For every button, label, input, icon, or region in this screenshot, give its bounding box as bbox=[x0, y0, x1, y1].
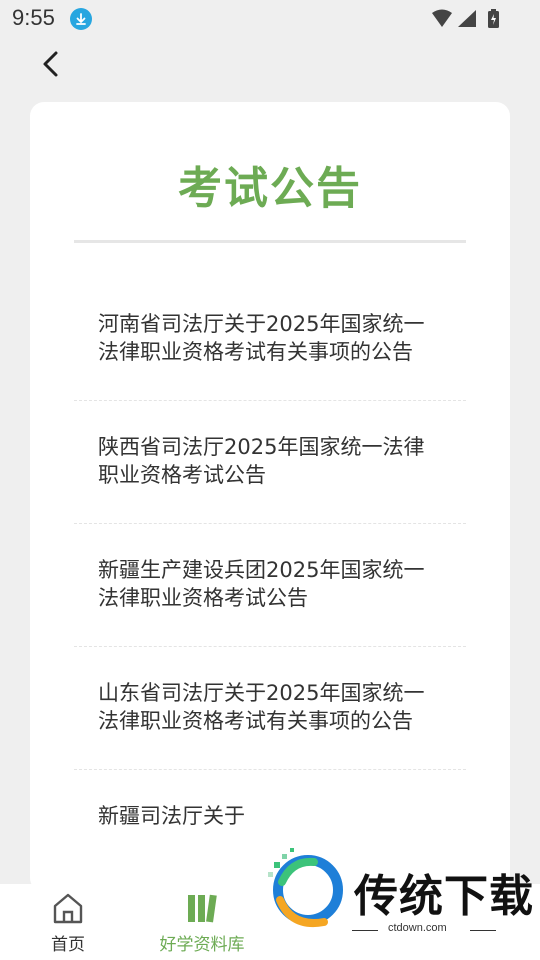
library-icon bbox=[188, 894, 217, 923]
system-status-icons bbox=[432, 9, 499, 28]
announcement-list: 河南省司法厅关于2025年国家统一法律职业资格考试有关事项的公告 陕西省司法厅2… bbox=[74, 300, 466, 850]
tab-library-label: 好学资料库 bbox=[159, 935, 245, 955]
chevron-left-icon bbox=[43, 51, 58, 77]
tab-home[interactable]: 首页 bbox=[38, 892, 98, 955]
announcement-title: 河南省司法厅关于2025年国家统一法律职业资格考试有关事项的公告 bbox=[98, 312, 425, 364]
watermark-rule-right bbox=[470, 930, 496, 931]
signal-icon bbox=[458, 10, 476, 27]
title-divider bbox=[74, 240, 466, 243]
watermark-url: ctdown.com bbox=[388, 922, 447, 934]
announcement-item[interactable]: 陕西省司法厅2025年国家统一法律职业资格考试公告 bbox=[74, 401, 466, 524]
home-icon bbox=[53, 893, 83, 924]
watermark-rule-left bbox=[352, 930, 378, 931]
announcement-title: 新疆生产建设兵团2025年国家统一法律职业资格考试公告 bbox=[98, 558, 425, 610]
status-bar: 9:55 bbox=[0, 0, 540, 38]
status-time: 9:55 bbox=[12, 5, 55, 30]
back-button[interactable] bbox=[34, 46, 70, 82]
announcement-item[interactable]: 山东省司法厅关于2025年国家统一法律职业资格考试有关事项的公告 bbox=[74, 647, 466, 770]
download-notification-icon bbox=[70, 8, 92, 30]
page-title: 考试公告 bbox=[178, 163, 362, 214]
announcement-title: 陕西省司法厅2025年国家统一法律职业资格考试公告 bbox=[98, 435, 425, 487]
announcement-title: 新疆司法厅关于 bbox=[98, 804, 245, 828]
announcement-item[interactable]: 河南省司法厅关于2025年国家统一法律职业资格考试有关事项的公告 bbox=[74, 300, 466, 401]
announcement-item[interactable]: 新疆生产建设兵团2025年国家统一法律职业资格考试公告 bbox=[74, 524, 466, 647]
tab-home-label: 首页 bbox=[51, 935, 85, 955]
watermark-logo-icon bbox=[268, 848, 343, 927]
announcement-title: 山东省司法厅关于2025年国家统一法律职业资格考试有关事项的公告 bbox=[98, 681, 425, 733]
tab-library[interactable]: 好学资料库 bbox=[150, 892, 254, 955]
watermark: 传统下载 ctdown.com bbox=[262, 838, 540, 942]
wifi-icon bbox=[432, 9, 452, 27]
watermark-brand: 传统下载 bbox=[354, 871, 534, 922]
battery-icon bbox=[488, 9, 499, 28]
